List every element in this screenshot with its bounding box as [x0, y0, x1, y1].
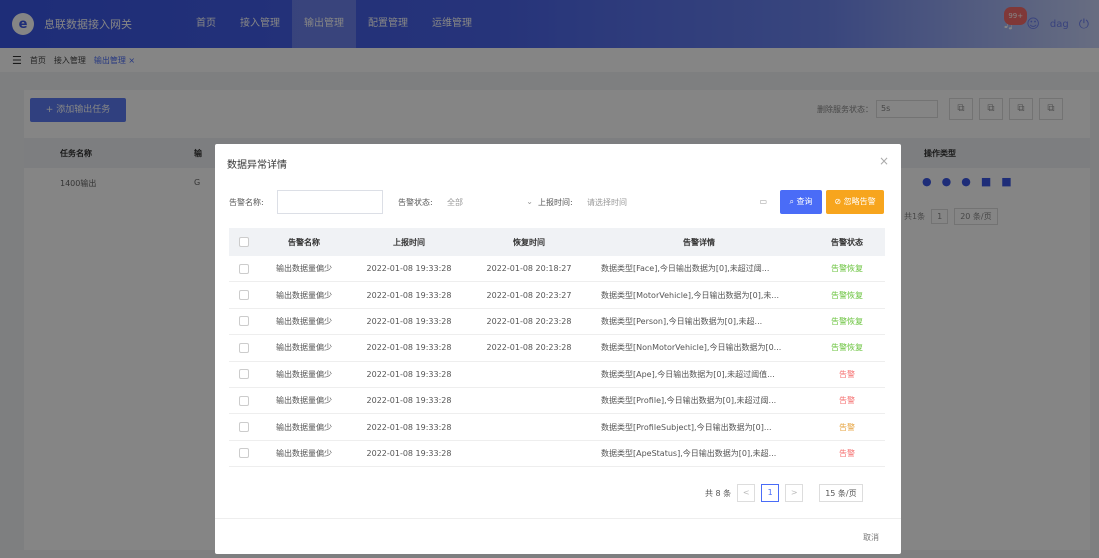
alarm-status-cell: 告警恢复 [831, 264, 863, 274]
alarm-detail-cell: 数据类型[MotorVehicle],今日输出数据为[0],未... [601, 290, 780, 300]
report-time-cell: 2022-01-08 19:33:28 [366, 290, 452, 300]
recover-time-cell: 2022-01-08 20:23:28 [486, 343, 572, 353]
alarm-name-cell: 输出数据量偏少 [276, 369, 332, 379]
table-row[interactable]: 输出数据量偏少 2022-01-08 19:33:28 数据类型[ProfileSu… [229, 414, 885, 441]
alarm-name-cell: 输出数据量偏少 [276, 448, 332, 458]
row-checkbox[interactable] [239, 263, 249, 274]
table-row[interactable]: 输出数据量偏少 2022-01-08 19:33:28 2022-01-08 20:… [229, 282, 885, 309]
chevron-down-icon: ⌄ [526, 197, 533, 206]
alarm-detail-cell: 数据类型[Ape],今日输出数据为[0],未超过阈值... [601, 369, 775, 379]
pager-prev-button[interactable]: < [737, 484, 756, 502]
report-time-picker[interactable]: 请选择时间 ▭ [581, 190, 769, 214]
table-row[interactable]: 输出数据量偏少 2022-01-08 19:33:28 2022-01-08 20:… [229, 335, 885, 362]
alarm-name-cell: 输出数据量偏少 [276, 422, 332, 432]
row-checkbox[interactable] [239, 290, 249, 301]
row-checkbox[interactable] [239, 316, 249, 327]
recover-time-cell: 2022-01-08 20:18:27 [486, 264, 572, 274]
col-report-time: 上报时间 [393, 237, 425, 247]
row-checkbox[interactable] [239, 369, 249, 380]
alarm-pager: 共 8 条 < 1 > 15 条/页 [705, 484, 863, 502]
alarm-status-cell: 告警 [839, 369, 855, 379]
dialog-title: 数据异常详情 [227, 160, 287, 171]
data-anomaly-dialog: 数据异常详情 × 告警名称: 告警状态: 全部 ⌄ 上报时间: 请选择时间 ▭ ⌕ … [215, 144, 901, 554]
ignore-alarm-button[interactable]: ⊘ 忽略告警 [826, 190, 884, 214]
alarm-name-cell: 输出数据量偏少 [276, 396, 332, 406]
alarm-name-input[interactable] [277, 190, 383, 214]
close-icon[interactable]: × [879, 154, 889, 168]
pager-next-button[interactable]: > [785, 484, 804, 502]
alarm-detail-cell: 数据类型[ApeStatus],今日输出数据为[0],未超... [601, 448, 777, 458]
alarm-status-cell: 告警 [839, 448, 855, 458]
report-time-cell: 2022-01-08 19:33:28 [366, 448, 452, 458]
alarm-table-header: 告警名称 上报时间 恢复时间 告警详情 告警状态 [229, 228, 885, 256]
alarm-name-cell: 输出数据量偏少 [276, 290, 332, 300]
alarm-name-cell: 输出数据量偏少 [276, 316, 332, 326]
col-alarm-name: 告警名称 [288, 237, 320, 247]
pager-total: 共 8 条 [705, 488, 732, 498]
alarm-status-cell: 告警 [839, 396, 855, 406]
dialog-footer-divider [215, 518, 901, 519]
report-time-cell: 2022-01-08 19:33:28 [366, 343, 452, 353]
recover-time-cell: 2022-01-08 20:23:27 [486, 290, 572, 300]
report-time-cell: 2022-01-08 19:33:28 [366, 316, 452, 326]
alarm-table: 告警名称 上报时间 恢复时间 告警详情 告警状态 输出数据量偏少 2022-01-… [229, 228, 885, 468]
alarm-detail-cell: 数据类型[Person],今日输出数据为[0],未超... [601, 316, 763, 326]
report-time-cell: 2022-01-08 19:33:28 [366, 396, 452, 406]
row-checkbox[interactable] [239, 395, 249, 406]
calendar-icon: ▭ [759, 197, 767, 206]
col-recover-time: 恢复时间 [513, 237, 545, 247]
alarm-detail-cell: 数据类型[Face],今日输出数据为[0],未超过阈... [601, 264, 770, 274]
col-alarm-status: 告警状态 [831, 237, 863, 247]
row-checkbox[interactable] [239, 342, 249, 353]
alarm-name-label: 告警名称: [229, 198, 264, 207]
pager-page-1[interactable]: 1 [761, 484, 780, 502]
report-time-label: 上报时间: [538, 198, 573, 207]
alarm-status-cell: 告警恢复 [831, 343, 863, 353]
alarm-name-cell: 输出数据量偏少 [276, 343, 332, 353]
alarm-status-label: 告警状态: [398, 198, 433, 207]
table-row[interactable]: 输出数据量偏少 2022-01-08 19:33:28 2022-01-08 20:… [229, 256, 885, 283]
pager-size-select[interactable]: 15 条/页 [819, 484, 863, 502]
report-time-cell: 2022-01-08 19:33:28 [366, 422, 452, 432]
alarm-status-cell: 告警 [839, 422, 855, 432]
report-time-cell: 2022-01-08 19:33:28 [366, 369, 452, 379]
alarm-name-cell: 输出数据量偏少 [276, 264, 332, 274]
search-button[interactable]: ⌕ 查询 [780, 190, 822, 214]
alarm-detail-cell: 数据类型[Profile],今日输出数据为[0],未超过阈... [601, 396, 777, 406]
table-row[interactable]: 输出数据量偏少 2022-01-08 19:33:28 数据类型[Profile],… [229, 388, 885, 415]
select-all-checkbox[interactable] [239, 237, 249, 247]
row-checkbox[interactable] [239, 448, 249, 459]
alarm-status-cell: 告警恢复 [831, 290, 863, 300]
col-alarm-detail: 告警详情 [683, 237, 715, 247]
alarm-detail-cell: 数据类型[ProfileSubject],今日输出数据为[0]... [601, 422, 772, 432]
alarm-detail-cell: 数据类型[NonMotorVehicle],今日输出数据为[0... [601, 343, 782, 353]
row-checkbox[interactable] [239, 422, 249, 433]
alarm-status-select[interactable]: 全部 ⌄ [441, 190, 541, 214]
table-row[interactable]: 输出数据量偏少 2022-01-08 19:33:28 数据类型[ApeStatus… [229, 441, 885, 468]
table-row[interactable]: 输出数据量偏少 2022-01-08 19:33:28 2022-01-08 20:… [229, 309, 885, 336]
alarm-status-cell: 告警恢复 [831, 316, 863, 326]
filter-bar: 告警名称: 告警状态: 全部 ⌄ 上报时间: 请选择时间 ▭ ⌕ 查询 ⊘ 忽略告警 [215, 190, 901, 216]
recover-time-cell: 2022-01-08 20:23:28 [486, 316, 572, 326]
table-row[interactable]: 输出数据量偏少 2022-01-08 19:33:28 数据类型[Ape],今日输出… [229, 362, 885, 388]
report-time-cell: 2022-01-08 19:33:28 [366, 264, 452, 274]
cancel-button[interactable]: 取消 [863, 532, 879, 543]
